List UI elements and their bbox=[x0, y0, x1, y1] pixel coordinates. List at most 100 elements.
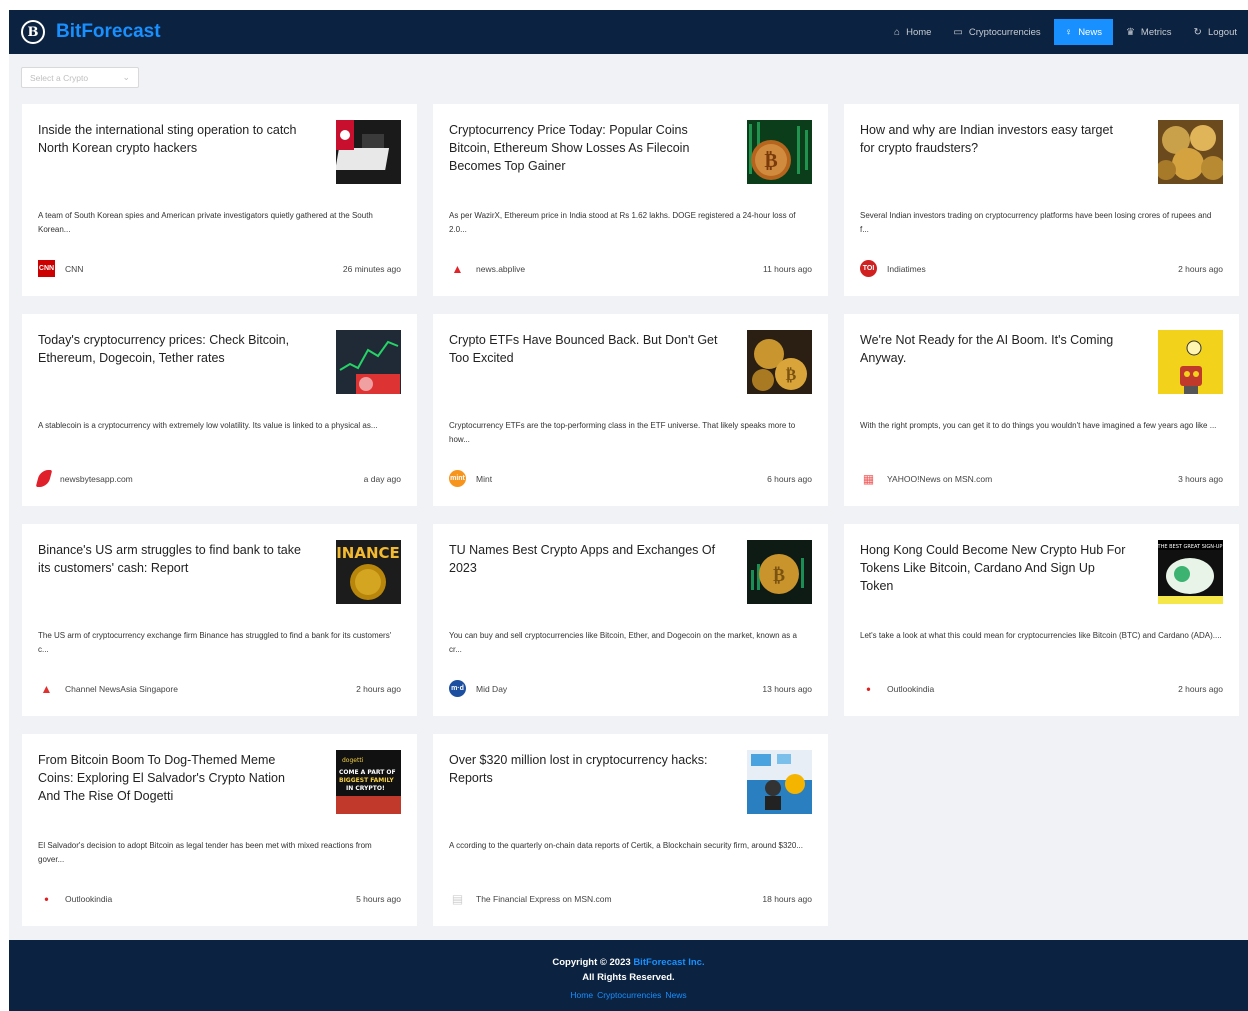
svg-text:₿: ₿ bbox=[764, 148, 777, 172]
outlook-logo-icon: • bbox=[44, 891, 49, 906]
trading-chart-thumbnail bbox=[336, 330, 401, 394]
news-source[interactable]: TOI Indiatimes bbox=[860, 260, 926, 277]
cna-logo-icon: ▲ bbox=[40, 681, 53, 696]
news-title[interactable]: How and why are Indian investors easy ta… bbox=[860, 121, 1130, 157]
bitcoin-coin-thumbnail: ₿ bbox=[747, 120, 812, 184]
news-source[interactable]: m·d Mid Day bbox=[449, 680, 507, 697]
nav-item-logout[interactable]: ↻ Logout bbox=[1183, 10, 1248, 54]
rights-text: All Rights Reserved. bbox=[582, 972, 675, 983]
news-title[interactable]: Crypto ETFs Have Bounced Back. But Don't… bbox=[449, 331, 719, 367]
home-icon: ⌂ bbox=[894, 26, 901, 38]
footer: Copyright © 2023 BitForecast Inc. All Ri… bbox=[9, 940, 1248, 1011]
chevron-down-icon: ⌄ bbox=[122, 72, 130, 82]
news-source[interactable]: • Outlookindia bbox=[38, 890, 112, 907]
logout-icon: ↻ bbox=[1193, 26, 1202, 38]
news-time: 2 hours ago bbox=[356, 684, 401, 694]
svg-text:BIGGEST FAMILY: BIGGEST FAMILY bbox=[339, 777, 394, 784]
gold-bitcoins-thumbnail: ₿ bbox=[747, 330, 812, 394]
footer-copyright: Copyright © 2023 BitForecast Inc. All Ri… bbox=[9, 955, 1248, 985]
dogetti-banner-thumbnail: dogetti COME A PART OF BIGGEST FAMILY IN CR… bbox=[336, 750, 401, 814]
news-source[interactable]: ▤ The Financial Express on MSN.com bbox=[449, 890, 612, 907]
news-card[interactable]: Today's cryptocurrency prices: Check Bit… bbox=[22, 314, 417, 506]
indiatimes-logo-icon: TOI bbox=[860, 260, 877, 277]
source-name: Indiatimes bbox=[887, 263, 926, 274]
footer-link-news[interactable]: News bbox=[665, 990, 686, 1000]
news-source[interactable]: ▦ YAHOO!News on MSN.com bbox=[860, 470, 992, 487]
news-title[interactable]: Over $320 million lost in cryptocurrency… bbox=[449, 751, 719, 787]
nav-item-label: Cryptocurrencies bbox=[968, 26, 1041, 38]
news-source[interactable]: • Outlookindia bbox=[860, 680, 934, 697]
news-description: The US arm of cryptocurrency exchange fi… bbox=[38, 631, 392, 654]
news-title[interactable]: From Bitcoin Boom To Dog-Themed Meme Coi… bbox=[38, 751, 308, 805]
news-time: 3 hours ago bbox=[1178, 474, 1223, 484]
news-time: 26 minutes ago bbox=[342, 264, 401, 274]
msn-logo-icon: ▤ bbox=[451, 891, 464, 906]
coins-pile-thumbnail bbox=[1158, 120, 1223, 184]
news-source[interactable]: ▲ news.abplive bbox=[449, 260, 526, 277]
news-card[interactable]: Binance's US arm struggles to find bank … bbox=[22, 524, 417, 716]
news-title[interactable]: Today's cryptocurrency prices: Check Bit… bbox=[38, 331, 308, 367]
crypto-select[interactable]: Select a Crypto ⌄ bbox=[21, 67, 139, 88]
source-name: news.abplive bbox=[476, 263, 526, 274]
newsbytes-logo-icon bbox=[35, 470, 53, 487]
header-bar: B BitForecast ⌂ Home ▭ Cryptocurrencies ♀ New… bbox=[9, 10, 1248, 54]
news-card[interactable]: How and why are Indian investors easy ta… bbox=[844, 104, 1239, 296]
news-card[interactable]: TU Names Best Crypto Apps and Exchanges … bbox=[433, 524, 828, 716]
news-title[interactable]: Hong Kong Could Become New Crypto Hub Fo… bbox=[860, 541, 1130, 595]
news-card[interactable]: Inside the international sting operation… bbox=[22, 104, 417, 296]
footer-link-home[interactable]: Home bbox=[570, 990, 593, 1000]
nav-item-news[interactable]: ♀ News bbox=[1053, 19, 1113, 45]
source-name: Mid Day bbox=[476, 683, 508, 694]
source-name: YAHOO!News on MSN.com bbox=[887, 473, 993, 484]
news-time: 2 hours ago bbox=[1178, 264, 1223, 274]
cryptocurrencies-icon: ▭ bbox=[953, 26, 963, 38]
nav-item-metrics[interactable]: ♛ Metrics bbox=[1115, 10, 1183, 54]
news-time: 13 hours ago bbox=[762, 684, 812, 694]
bitforecast-logo-icon: B bbox=[21, 20, 45, 44]
news-card[interactable]: Crypto ETFs Have Bounced Back. But Don't… bbox=[433, 314, 828, 506]
news-card[interactable]: We're Not Ready for the AI Boom. It's Co… bbox=[844, 314, 1239, 506]
mint-logo-icon: mint bbox=[449, 470, 466, 487]
svg-text:dogetti: dogetti bbox=[342, 757, 364, 764]
news-title[interactable]: Cryptocurrency Price Today: Popular Coin… bbox=[449, 121, 719, 175]
news-title[interactable]: TU Names Best Crypto Apps and Exchanges … bbox=[449, 541, 719, 577]
bulb-icon: ♀ bbox=[1064, 26, 1073, 38]
news-description: You can buy and sell cryptocurrencies li… bbox=[449, 631, 797, 654]
source-name: Mint bbox=[476, 473, 493, 484]
abplive-logo-icon: ▲ bbox=[451, 261, 464, 276]
news-source[interactable]: CNN CNN bbox=[38, 260, 83, 277]
news-time: 11 hours ago bbox=[763, 264, 812, 274]
nav-item-home[interactable]: ⌂ Home bbox=[883, 10, 942, 54]
brand[interactable]: B BitForecast bbox=[21, 20, 161, 44]
footer-link-cryptocurrencies[interactable]: Cryptocurrencies bbox=[597, 990, 661, 1000]
news-card[interactable]: From Bitcoin Boom To Dog-Themed Meme Coi… bbox=[22, 734, 417, 926]
source-name: newsbytesapp.com bbox=[60, 473, 133, 484]
news-title[interactable]: Binance's US arm struggles to find bank … bbox=[38, 541, 308, 577]
news-source[interactable]: mint Mint bbox=[449, 470, 492, 487]
midday-logo-icon: m·d bbox=[449, 680, 466, 697]
svg-text:₿: ₿ bbox=[773, 565, 785, 586]
news-description: A team of South Korean spies and America… bbox=[38, 211, 373, 234]
news-card[interactable]: Hong Kong Could Become New Crypto Hub Fo… bbox=[844, 524, 1239, 716]
crypto-select-placeholder: Select a Crypto bbox=[30, 72, 89, 83]
news-card[interactable]: Over $320 million lost in cryptocurrency… bbox=[433, 734, 828, 926]
news-title[interactable]: Inside the international sting operation… bbox=[38, 121, 308, 157]
news-description: With the right prompts, you can get it t… bbox=[860, 421, 1217, 430]
nav-item-cryptocurrencies[interactable]: ▭ Cryptocurrencies bbox=[942, 10, 1051, 54]
news-source[interactable]: ▲ Channel NewsAsia Singapore bbox=[38, 680, 178, 697]
outlook-logo-icon: • bbox=[866, 681, 871, 696]
news-time: 18 hours ago bbox=[762, 894, 812, 904]
brand-name: BitForecast bbox=[56, 21, 161, 42]
news-source[interactable]: newsbytesapp.com bbox=[35, 470, 133, 487]
cnn-logo-icon: CNN bbox=[38, 260, 55, 277]
svg-text:INANCE: INANCE bbox=[336, 544, 400, 562]
source-name: CNN bbox=[65, 263, 84, 274]
nav-item-label: Logout bbox=[1207, 26, 1237, 38]
company-name: BitForecast Inc. bbox=[633, 957, 705, 968]
news-description: Let's take a look at what this could mea… bbox=[860, 631, 1222, 640]
svg-text:COME A PART OF: COME A PART OF bbox=[339, 769, 396, 776]
news-card[interactable]: Cryptocurrency Price Today: Popular Coin… bbox=[433, 104, 828, 296]
news-title[interactable]: We're Not Ready for the AI Boom. It's Co… bbox=[860, 331, 1130, 367]
msn-logo-icon: ▦ bbox=[862, 471, 875, 486]
news-description: El Salvador's decision to adopt Bitcoin … bbox=[38, 841, 372, 864]
